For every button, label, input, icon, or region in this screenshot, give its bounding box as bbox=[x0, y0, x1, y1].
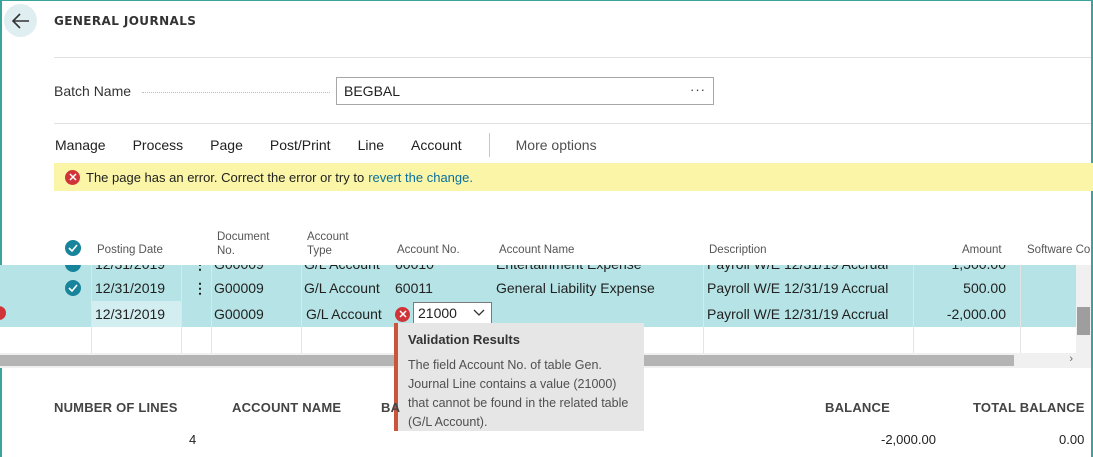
validation-message: The field Account No. of table Gen. Jour… bbox=[408, 358, 629, 429]
action-account[interactable]: Account bbox=[411, 137, 462, 153]
batch-name-value: BEGBAL bbox=[344, 83, 401, 99]
cell-description[interactable]: Payroll W/E 12/31/19 Accrual bbox=[707, 301, 888, 327]
col-account-name[interactable]: Account Name bbox=[499, 243, 574, 257]
action-manage[interactable]: Manage bbox=[55, 137, 106, 153]
action-page[interactable]: Page bbox=[210, 137, 243, 153]
total-balance-value: 0.00 bbox=[1059, 432, 1085, 447]
back-button[interactable] bbox=[4, 4, 37, 37]
col-software-co[interactable]: Software Co bbox=[1027, 243, 1091, 257]
error-message: The page has an error. Correct the error… bbox=[86, 169, 365, 185]
cell-account-no[interactable]: 60011 bbox=[395, 275, 433, 301]
cell-posting-date[interactable]: 12/31/2019 bbox=[95, 275, 165, 301]
checkmark-icon bbox=[68, 284, 78, 292]
cell-amount[interactable]: -2,000.00 bbox=[947, 301, 1006, 327]
account-no-combobox[interactable]: 21000 bbox=[413, 302, 492, 324]
col-account-no[interactable]: Account No. bbox=[397, 243, 460, 257]
validation-tooltip: Validation Results The field Account No.… bbox=[394, 323, 644, 431]
account-no-value: 21000 bbox=[418, 305, 457, 321]
arrow-left-icon bbox=[11, 12, 29, 29]
validation-title: Validation Results bbox=[408, 332, 520, 347]
checkmark-icon bbox=[68, 244, 78, 252]
account-name-label: ACCOUNT NAME bbox=[232, 400, 342, 415]
chevron-right-icon[interactable]: › bbox=[1069, 353, 1073, 365]
column-divider bbox=[91, 265, 92, 353]
action-bar: Manage Process Page Post/Print Line Acco… bbox=[55, 133, 624, 157]
error-icon bbox=[65, 169, 80, 185]
balance-label-partial: BA bbox=[381, 400, 401, 415]
divider bbox=[54, 57, 1091, 58]
col-account-type-line1: Account bbox=[307, 231, 349, 243]
row-selected-indicator[interactable] bbox=[65, 265, 81, 272]
more-options-button[interactable]: More options bbox=[516, 137, 597, 153]
leader-dots bbox=[142, 92, 330, 93]
col-account-type[interactable]: Account Type bbox=[307, 230, 349, 258]
number-of-lines-label: NUMBER OF LINES bbox=[54, 400, 178, 415]
number-of-lines-value: 4 bbox=[189, 432, 197, 447]
scroll-thumb[interactable] bbox=[1077, 307, 1090, 335]
cell-account-type[interactable]: G/L Account bbox=[306, 301, 382, 327]
cell-account-type[interactable]: G/L Account bbox=[304, 275, 380, 301]
column-divider bbox=[913, 265, 914, 353]
row-menu-icon[interactable]: ⋮ bbox=[193, 275, 207, 301]
action-process[interactable]: Process bbox=[133, 137, 184, 153]
page-title: GENERAL JOURNALS bbox=[54, 14, 197, 28]
select-all-checkbox[interactable] bbox=[65, 240, 81, 256]
revert-change-link[interactable]: revert the change. bbox=[368, 170, 473, 185]
column-divider bbox=[211, 265, 212, 353]
window-frame-top bbox=[0, 0, 1093, 1]
total-balance-label: TOTAL BALANCE bbox=[973, 400, 1085, 415]
action-line[interactable]: Line bbox=[358, 137, 384, 153]
batch-name-label: Batch Name bbox=[54, 83, 132, 99]
col-amount[interactable]: Amount bbox=[962, 243, 1002, 257]
batch-name-field[interactable]: BEGBAL ··· bbox=[336, 77, 714, 105]
column-divider bbox=[301, 265, 302, 353]
col-document-no-line1: Document bbox=[217, 231, 270, 243]
cell-account-name[interactable]: General Liability Expense bbox=[496, 275, 655, 301]
col-description[interactable]: Description bbox=[709, 243, 767, 257]
table-row[interactable]: 12/31/2019 ⋮ G00009 G/L Account 60011 Ge… bbox=[0, 275, 1091, 301]
row-selected-indicator[interactable] bbox=[65, 280, 81, 296]
window-frame-left bbox=[0, 0, 2, 457]
chevron-down-icon[interactable] bbox=[473, 309, 485, 317]
action-divider bbox=[488, 133, 490, 157]
error-notification: The page has an error. Correct the error… bbox=[54, 163, 1093, 191]
batch-lookup-button[interactable]: ··· bbox=[690, 82, 706, 97]
col-document-no[interactable]: Document No. bbox=[217, 230, 269, 258]
column-divider bbox=[703, 265, 704, 353]
cell-document-no[interactable]: G00009 bbox=[214, 301, 264, 327]
vertical-scrollbar[interactable] bbox=[1076, 265, 1091, 353]
cell-document-no[interactable]: G00009 bbox=[214, 275, 264, 301]
balance-label: BALANCE bbox=[825, 400, 890, 415]
column-divider bbox=[181, 265, 182, 353]
col-document-no-line2: No. bbox=[217, 245, 235, 257]
column-divider bbox=[1020, 265, 1021, 353]
balance-value: -2,000.00 bbox=[881, 432, 936, 447]
col-posting-date[interactable]: Posting Date bbox=[97, 243, 163, 257]
cell-amount[interactable]: 500.00 bbox=[963, 275, 1006, 301]
cell-posting-date[interactable]: 12/31/2019 bbox=[91, 301, 181, 327]
col-account-type-line2: Type bbox=[307, 245, 332, 257]
divider bbox=[54, 123, 1091, 124]
row-error-icon bbox=[0, 306, 6, 320]
action-post-print[interactable]: Post/Print bbox=[270, 137, 331, 153]
cell-description[interactable]: Payroll W/E 12/31/19 Accrual bbox=[707, 275, 888, 301]
